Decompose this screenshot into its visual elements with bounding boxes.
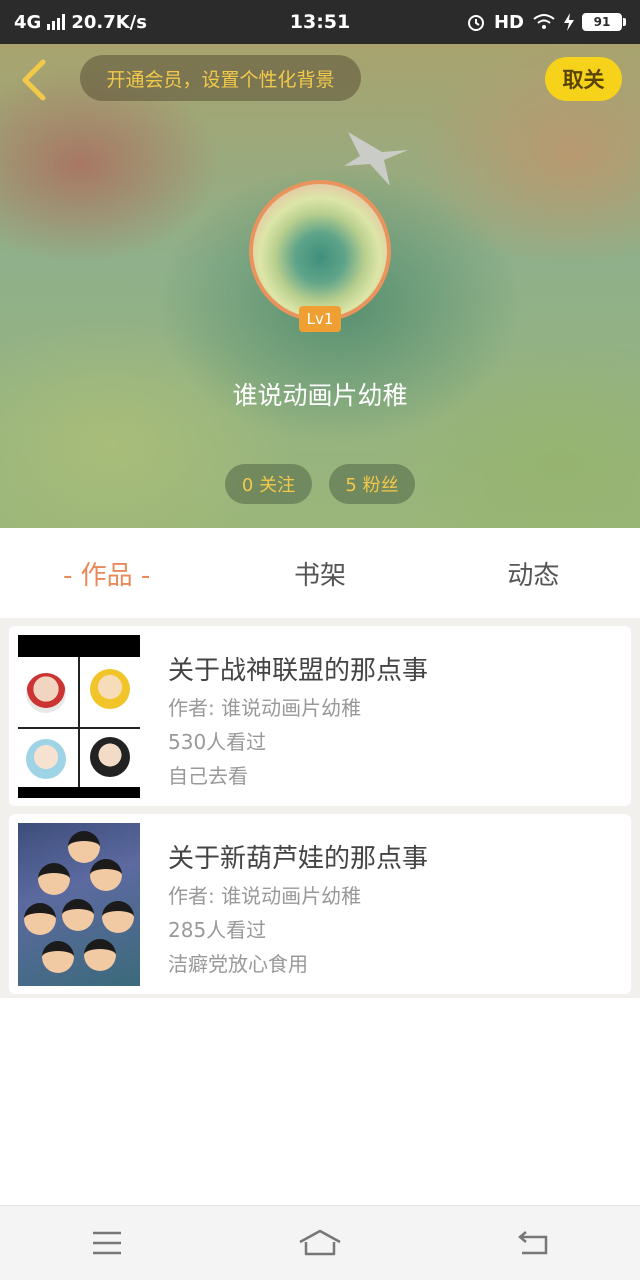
avatar[interactable] xyxy=(249,180,391,322)
work-author: 作者: 谁说动画片幼稚 xyxy=(168,884,362,908)
chevron-left-icon xyxy=(22,59,46,101)
work-description: 自己去看 xyxy=(168,764,248,788)
tab-bookshelf[interactable]: 书架 xyxy=(213,528,426,618)
alarm-icon xyxy=(467,15,484,31)
charging-icon xyxy=(564,13,574,31)
wifi-icon xyxy=(533,14,555,29)
back-button[interactable] xyxy=(14,58,54,102)
work-title: 关于新葫芦娃的那点事 xyxy=(168,844,429,874)
tab-works[interactable]: - 作品 - xyxy=(0,528,213,618)
hd-label: HD xyxy=(493,11,524,33)
work-description: 洁癖党放心食用 xyxy=(168,952,308,976)
back-nav-button[interactable] xyxy=(427,1206,640,1280)
tab-bar: - 作品 - 书架 动态 xyxy=(0,528,640,618)
works-list: 关于战神联盟的那点事 作者: 谁说动画片幼稚 530人看过 自己去看 关于新葫芦… xyxy=(0,618,640,998)
work-card[interactable]: 关于战神联盟的那点事 作者: 谁说动画片幼稚 530人看过 自己去看 xyxy=(9,626,631,806)
profile-header: 开通会员，设置个性化背景 取关 Lv1 谁说动画片幼稚 0 关注 5 粉丝 xyxy=(0,44,640,528)
menu-button[interactable] xyxy=(0,1206,213,1280)
work-card[interactable]: 关于新葫芦娃的那点事 作者: 谁说动画片幼稚 285人看过 洁癖党放心食用 xyxy=(9,814,631,994)
menu-icon xyxy=(92,1231,121,1255)
level-badge: Lv1 xyxy=(299,306,341,332)
back-icon xyxy=(518,1231,548,1255)
status-right: HD 91 xyxy=(466,12,626,33)
work-views: 285人看过 xyxy=(168,918,267,942)
fans-count-button[interactable]: 5 粉丝 xyxy=(329,464,415,504)
system-nav-bar xyxy=(0,1205,640,1280)
bow-decoration-icon xyxy=(344,132,408,186)
work-title: 关于战神联盟的那点事 xyxy=(168,656,429,686)
status-bar: 4G 20.7K/s 13:51 HD 91 xyxy=(0,0,640,44)
home-button[interactable] xyxy=(213,1206,426,1280)
work-author: 作者: 谁说动画片幼稚 xyxy=(168,696,362,720)
work-cover-image xyxy=(18,635,140,798)
work-views: 530人看过 xyxy=(168,730,267,754)
status-left: 4G 20.7K/s xyxy=(14,12,147,33)
vip-promo-button[interactable]: 开通会员，设置个性化背景 xyxy=(80,55,361,101)
battery-level: 91 xyxy=(582,13,622,31)
work-cover-image xyxy=(18,823,140,986)
home-icon xyxy=(299,1229,341,1256)
following-count-button[interactable]: 0 关注 xyxy=(225,464,312,504)
network-type: 4G xyxy=(14,11,42,33)
signal-icon xyxy=(47,14,66,30)
username: 谁说动画片幼稚 xyxy=(232,381,408,410)
network-speed: 20.7K/s xyxy=(71,11,147,33)
unfollow-button[interactable]: 取关 xyxy=(545,57,622,101)
battery-icon: 91 xyxy=(582,13,626,31)
tab-activity[interactable]: 动态 xyxy=(427,528,640,618)
